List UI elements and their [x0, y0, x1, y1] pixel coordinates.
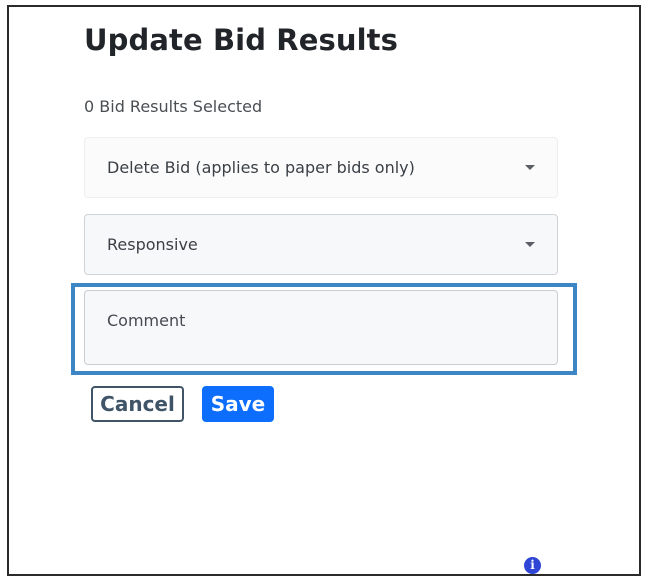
selected-count-text: 0 Bid Results Selected: [84, 97, 263, 116]
chevron-down-icon: [525, 165, 535, 170]
comment-placeholder: Comment: [107, 311, 186, 330]
comment-field[interactable]: Comment: [84, 290, 558, 365]
bid-action-select-value: Delete Bid (applies to paper bids only): [107, 158, 415, 177]
bid-action-select[interactable]: Delete Bid (applies to paper bids only): [84, 137, 558, 198]
responsiveness-select[interactable]: Responsive: [84, 214, 558, 275]
info-icon[interactable]: i: [524, 557, 541, 574]
chevron-down-icon: [525, 242, 535, 247]
dialog-title: Update Bid Results: [84, 23, 398, 57]
save-button[interactable]: Save: [202, 386, 274, 422]
cancel-button[interactable]: Cancel: [91, 386, 184, 422]
responsiveness-select-value: Responsive: [107, 235, 198, 254]
